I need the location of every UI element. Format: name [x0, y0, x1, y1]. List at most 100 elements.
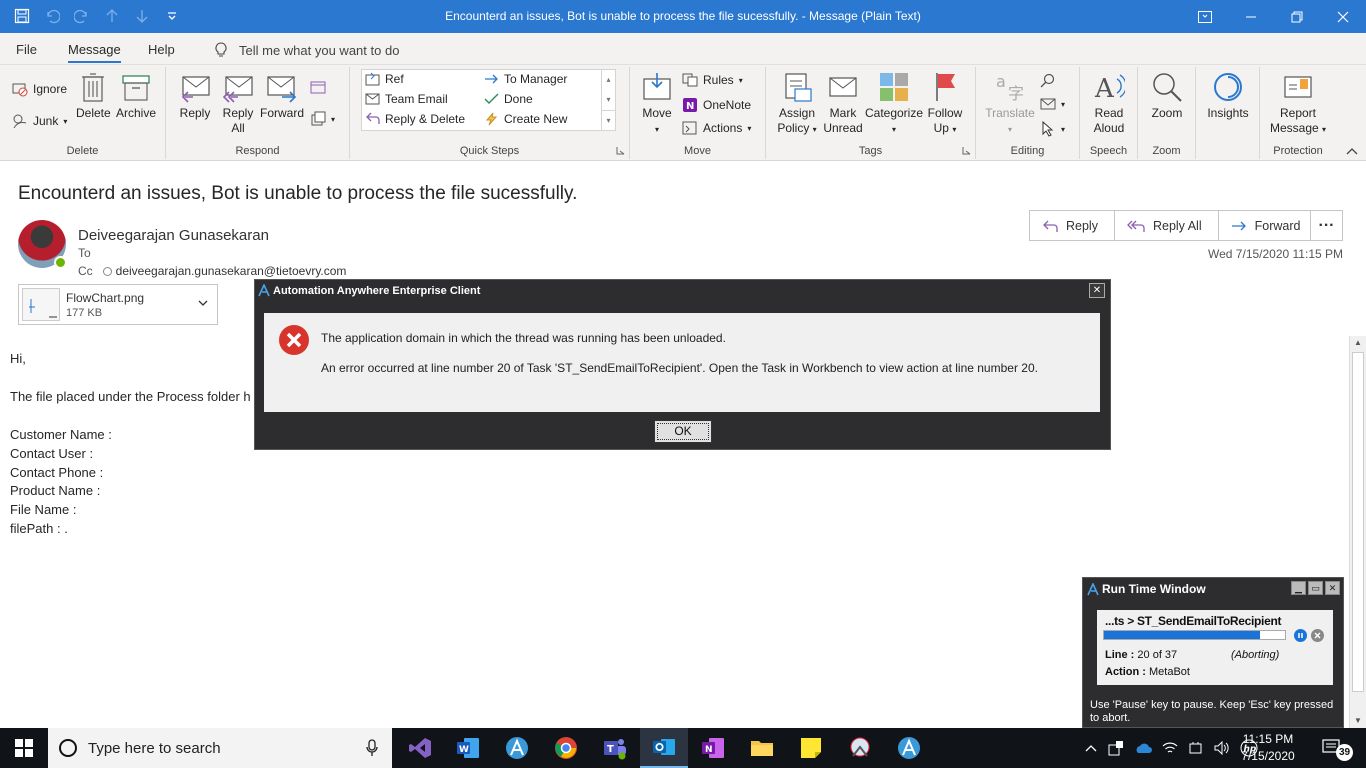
runtime-action: Action : MetaBot: [1105, 666, 1190, 678]
taskbar-teams[interactable]: T: [591, 728, 639, 768]
cc-address[interactable]: deiveegarajan.gunasekaran@tietoevry.com: [116, 264, 347, 278]
zoom-button[interactable]: Zoom: [1144, 71, 1190, 121]
scroll-up-icon[interactable]: ▴: [602, 70, 615, 90]
translate-button[interactable]: a字 Translate ▾: [982, 71, 1038, 137]
more-respond-button[interactable]: ▾: [310, 111, 335, 127]
read-aloud-button[interactable]: A Read Aloud: [1086, 71, 1132, 136]
quickstep-team-email[interactable]: Team Email: [365, 92, 448, 106]
junk-button[interactable]: Junk ▾: [12, 113, 67, 129]
close-icon: [1337, 11, 1349, 22]
snipping-tool-icon: [850, 737, 870, 757]
sender-name[interactable]: Deiveegarajan Gunasekaran: [78, 227, 269, 244]
taskbar-sticky-notes[interactable]: [787, 728, 835, 768]
svg-text:N: N: [705, 745, 713, 755]
pause-button[interactable]: [1294, 629, 1307, 642]
archive-button[interactable]: Archive: [114, 71, 158, 121]
reply-action-button[interactable]: Reply: [1030, 211, 1115, 240]
meeting-button[interactable]: [310, 79, 326, 95]
reply-icon: [181, 76, 210, 103]
taskbar-automation-anywhere-2[interactable]: [885, 728, 933, 768]
ignore-button[interactable]: Ignore: [12, 81, 67, 97]
quick-steps-scrollbar[interactable]: ▴ ▾ ▾: [601, 70, 615, 130]
start-button[interactable]: [0, 728, 48, 768]
taskbar-file-explorer[interactable]: [738, 728, 786, 768]
tab-help[interactable]: Help: [148, 42, 175, 57]
assign-policy-button[interactable]: Assign Policy ▾: [772, 71, 822, 137]
taskbar-word[interactable]: W: [444, 728, 492, 768]
quickstep-create-new[interactable]: Create New: [484, 112, 567, 126]
taskbar-automation-anywhere[interactable]: [493, 728, 541, 768]
follow-up-button[interactable]: Follow Up ▾: [924, 71, 966, 137]
related-button[interactable]: ▾: [1040, 97, 1065, 111]
runtime-close-button[interactable]: ✕: [1325, 581, 1340, 595]
tab-message[interactable]: Message: [68, 42, 121, 63]
taskbar-clock[interactable]: 11:15 PM 7/15/2020: [1225, 731, 1311, 765]
categorize-button[interactable]: Categorize ▾: [864, 71, 924, 137]
microphone-icon[interactable]: [366, 739, 378, 757]
expand-gallery-icon[interactable]: ▾: [602, 110, 615, 130]
window-controls: [1182, 0, 1366, 33]
delete-button[interactable]: Delete: [76, 71, 111, 121]
wifi-icon[interactable]: [1162, 741, 1178, 755]
onenote-button[interactable]: N OneNote: [682, 97, 751, 113]
scroll-down-icon[interactable]: ▾: [602, 90, 615, 110]
show-hidden-icons-icon[interactable]: [1084, 743, 1098, 753]
restore-button[interactable]: [1274, 0, 1320, 33]
select-button[interactable]: ▾: [1040, 121, 1065, 137]
action-center-button[interactable]: 39: [1318, 736, 1354, 761]
taskbar-visual-studio[interactable]: [396, 728, 444, 768]
quickstep-done[interactable]: Done: [484, 92, 533, 106]
clock-date: 7/15/2020: [1241, 749, 1295, 763]
reply-all-button[interactable]: Reply All: [218, 71, 258, 136]
report-message-button[interactable]: Report Message ▾: [1266, 71, 1330, 137]
attachment[interactable]: FlowChart.png 177 KB: [18, 284, 218, 325]
dialog-launcher-icon[interactable]: [962, 146, 971, 155]
onedrive-icon[interactable]: [1134, 742, 1152, 754]
chevron-down-icon[interactable]: [197, 297, 209, 309]
group-label-move: Move: [684, 145, 711, 157]
dialog-launcher-icon[interactable]: [616, 146, 625, 155]
more-actions-button[interactable]: ···: [1310, 210, 1343, 241]
tab-file[interactable]: File: [16, 42, 37, 57]
rules-button[interactable]: Rules ▾: [682, 73, 743, 87]
taskbar-onenote[interactable]: N: [689, 728, 737, 768]
runtime-minimize-button[interactable]: ▁: [1291, 581, 1306, 595]
runtime-restore-button[interactable]: ▭: [1308, 581, 1323, 595]
taskbar-search[interactable]: Type here to search: [48, 728, 392, 768]
taskbar-chrome[interactable]: [542, 728, 590, 768]
tell-me-search[interactable]: Tell me what you want to do: [215, 42, 399, 58]
collapse-ribbon-icon[interactable]: [1346, 147, 1358, 155]
mark-unread-button[interactable]: Mark Unread: [822, 71, 864, 136]
find-button[interactable]: [1040, 73, 1056, 89]
minimize-button[interactable]: [1228, 0, 1274, 33]
ribbon-display-options-button[interactable]: [1182, 0, 1228, 33]
dialog-close-button[interactable]: ✕: [1089, 283, 1105, 298]
scroll-down-icon[interactable]: ▼: [1350, 714, 1366, 728]
body-scrollbar[interactable]: ▲ ▼: [1349, 336, 1366, 728]
quickstep-ref[interactable]: Ref: [365, 72, 404, 86]
taskbar-outlook[interactable]: [640, 728, 688, 768]
move-button[interactable]: Move ▾: [638, 71, 676, 137]
pause-icon: [1298, 633, 1303, 638]
ok-button[interactable]: OK: [654, 420, 712, 443]
group-speech: A Read Aloud Speech: [1080, 67, 1138, 159]
actions-button[interactable]: Actions ▾: [682, 121, 751, 135]
scroll-up-icon[interactable]: ▲: [1350, 336, 1366, 350]
forward-button[interactable]: Forward: [258, 71, 306, 121]
battery-icon[interactable]: [1188, 741, 1204, 755]
quickstep-to-manager[interactable]: To Manager: [484, 72, 567, 86]
quickstep-reply-delete[interactable]: Reply & Delete: [365, 112, 465, 126]
reply-all-action-button[interactable]: Reply All: [1115, 211, 1219, 240]
presence-status-icon: [54, 256, 67, 269]
stop-button[interactable]: [1311, 629, 1324, 642]
report-message-icon: [1284, 76, 1312, 98]
scrollbar-thumb[interactable]: [1352, 352, 1364, 692]
cc-line: Cc deiveegarajan.gunasekaran@tietoevry.c…: [78, 264, 346, 278]
forward-action-button[interactable]: Forward: [1219, 211, 1317, 240]
device-icon[interactable]: [1108, 740, 1124, 756]
taskbar-snipping-tool[interactable]: [836, 728, 884, 768]
insights-button[interactable]: Insights: [1202, 71, 1254, 121]
close-button[interactable]: [1320, 0, 1366, 33]
assign-policy-icon: [785, 73, 812, 102]
reply-button[interactable]: Reply: [176, 71, 214, 121]
